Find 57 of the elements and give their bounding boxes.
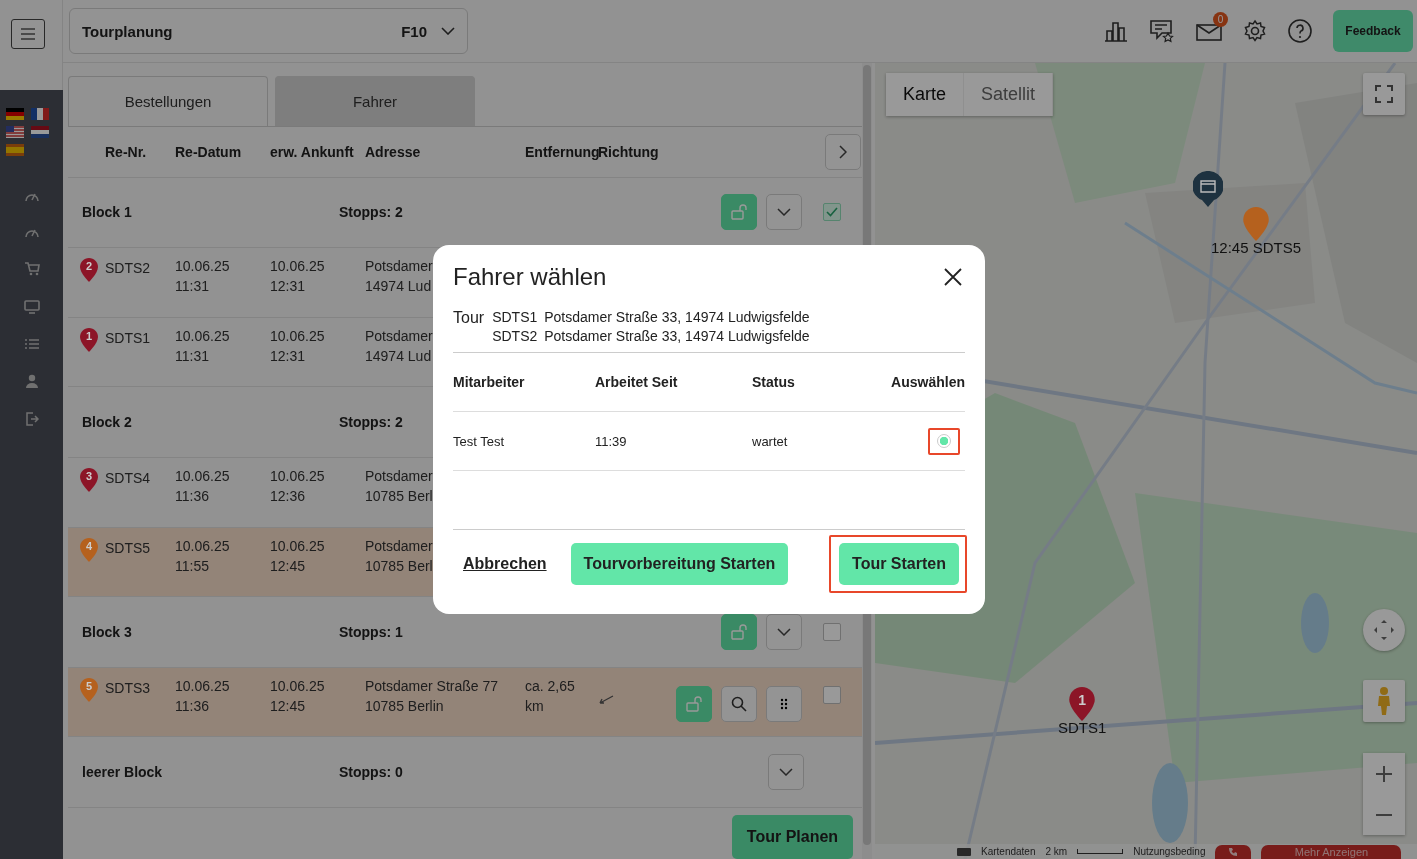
invoice-date: 10.06.25 11:36 xyxy=(175,676,231,716)
block-name: Block 2 xyxy=(82,414,133,431)
column-header: Status xyxy=(752,374,796,390)
address: Potsdamer 10785 Berl xyxy=(365,467,433,506)
column-header: Arbeitet Seit xyxy=(595,374,679,390)
column-header: Entfernung xyxy=(525,143,598,160)
invoice-number: SDTS1 xyxy=(105,329,152,346)
address: Potsdamer 10785 Berl xyxy=(365,536,433,576)
address: Potsdamer 14974 Lud xyxy=(365,257,433,297)
block-name: leerer Block xyxy=(82,764,164,781)
column-header: Re-Datum xyxy=(175,143,243,160)
tour-stop-address: Potsdamer Straße 33, 14974 Ludwigsfelde xyxy=(544,328,810,344)
driver-name: Test Test xyxy=(453,433,506,449)
block-name: Block 3 xyxy=(82,624,133,641)
working-since: 11:39 xyxy=(595,433,628,449)
arrival-time: 10.06.25 12:45 xyxy=(270,536,326,576)
tour-stop-id: SDTS2 xyxy=(492,328,538,344)
driver-status: wartet xyxy=(752,433,789,449)
tour-stop-id: SDTS1 xyxy=(492,309,538,325)
arrival-time: 10.06.25 12:31 xyxy=(270,257,326,297)
distance: ca. 2,65 km xyxy=(525,676,576,716)
address: Potsdamer 14974 Lud xyxy=(365,326,433,366)
invoice-date: 10.06.25 11:31 xyxy=(175,257,231,297)
column-header: erw. Ankunft xyxy=(270,143,355,160)
stop-marker: 3 xyxy=(80,468,98,492)
arrival-time: 10.06.25 12:31 xyxy=(270,326,326,366)
marker-label: 12:45 SDTS5 xyxy=(1211,239,1302,256)
address: Potsdamer Straße 77 10785 Berlin xyxy=(365,676,499,716)
map-scale: 2 km xyxy=(1045,846,1068,857)
dialog-title: Fahrer wählen xyxy=(453,263,607,291)
tour-label: Tour xyxy=(453,309,485,328)
stop-count: Stopps: 0 xyxy=(339,764,403,781)
block-name: Block 1 xyxy=(82,204,133,221)
stop-marker: 2 xyxy=(80,258,98,283)
arrival-time: 10.06.25 12:36 xyxy=(270,467,326,506)
stop-count: Stopps: 2 xyxy=(339,414,403,431)
column-header: Richtung xyxy=(598,143,658,160)
invoice-date: 10.06.25 11:36 xyxy=(175,467,231,506)
marker-label: SDTS1 xyxy=(1058,719,1107,736)
unread-count-badge: 0 xyxy=(1213,12,1228,27)
column-header: Auswählen xyxy=(890,374,965,390)
arrival-time: 10.06.25 12:45 xyxy=(270,676,326,716)
stop-marker: 5 xyxy=(80,677,98,702)
stop-count: Stopps: 1 xyxy=(339,624,403,641)
invoice-number: SDTS5 xyxy=(105,539,152,556)
tour-stop-address: Potsdamer Straße 33, 14974 Ludwigsfelde xyxy=(544,309,810,325)
column-header: Re-Nr. xyxy=(105,143,148,160)
column-header: Mitarbeiter xyxy=(453,374,526,390)
stop-count: Stopps: 2 xyxy=(339,204,403,221)
invoice-date: 10.06.25 11:31 xyxy=(175,326,231,366)
invoice-number: SDTS4 xyxy=(105,470,152,486)
column-header: Adresse xyxy=(365,143,422,160)
stop-marker: 1 xyxy=(80,327,98,352)
stop-marker: 4 xyxy=(80,537,98,562)
invoice-date: 10.06.25 11:55 xyxy=(175,536,231,576)
invoice-number: SDTS2 xyxy=(105,260,152,277)
invoice-number: SDTS3 xyxy=(105,679,152,696)
